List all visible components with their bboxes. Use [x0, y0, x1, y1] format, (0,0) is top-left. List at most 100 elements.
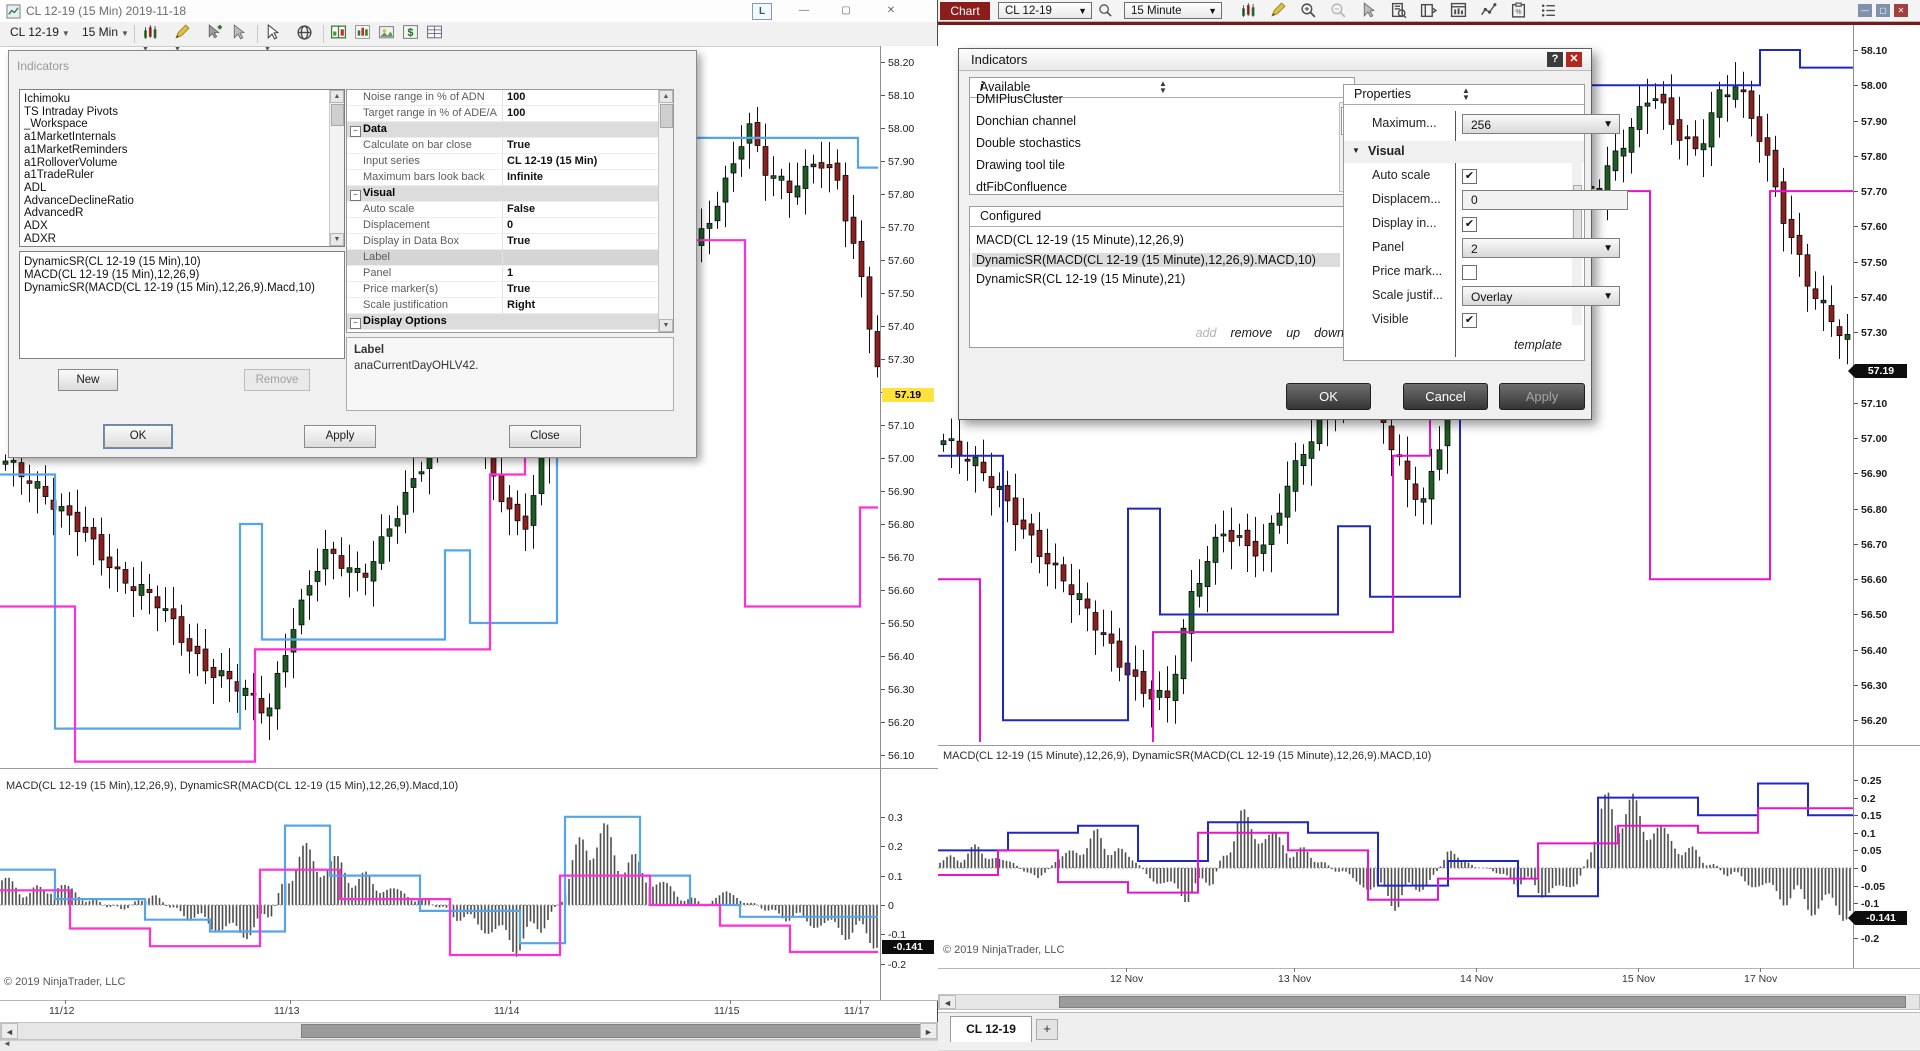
property-section[interactable]: ▼ Visual	[1344, 141, 1584, 163]
configured-item[interactable]: MACD(CL 12-19 (15 Minute),12,26,9)	[976, 233, 1184, 247]
list-item[interactable]: a1MarketInternals	[24, 131, 116, 143]
property-section[interactable]: − Data	[347, 122, 673, 138]
scroll-up-icon[interactable]: ▲ ▼	[1354, 87, 1578, 102]
list-item[interactable]: Donchian channel	[976, 114, 1076, 128]
panel-icon[interactable]	[1420, 2, 1438, 24]
property-section[interactable]: − Visual	[347, 186, 673, 202]
minimize-button[interactable]: —	[1858, 4, 1872, 17]
snapshot-icon[interactable]	[378, 24, 395, 46]
ok-button[interactable]: OK	[103, 424, 173, 449]
report-icon[interactable]	[1390, 2, 1407, 24]
property-value[interactable]: 100	[507, 107, 525, 119]
panel-separator[interactable]	[0, 768, 938, 769]
property-control[interactable]	[1462, 262, 1477, 280]
property-row[interactable]: Panel 2 ▼	[1344, 237, 1620, 259]
Maximum-select[interactable]: 256 ▼	[1462, 114, 1620, 134]
close-button[interactable]: ✕	[882, 3, 900, 18]
property-row[interactable]: Label	[347, 250, 673, 266]
pan-left-icon[interactable]: ◄	[3, 1039, 11, 1048]
zoom-in-icon[interactable]	[1300, 2, 1317, 24]
property-row[interactable]: Display in Data Box True	[347, 234, 673, 250]
property-control[interactable]: ✔	[1462, 214, 1477, 232]
add-link[interactable]: add	[1196, 326, 1217, 340]
checkbox[interactable]: ✔	[1462, 217, 1477, 232]
property-control[interactable]: Overlay ▼	[1462, 286, 1620, 306]
list-item[interactable]: a1RolloverVolume	[24, 157, 117, 169]
cursor-icon[interactable]	[1360, 2, 1377, 24]
property-section[interactable]: − Display Options	[347, 314, 673, 330]
apply-button[interactable]: Apply	[304, 425, 376, 448]
configured-item[interactable]: DynamicSR(MACD(CL 12-19 (15 Min),12,26,9…	[24, 282, 315, 294]
maximize-button[interactable]: ▢	[837, 3, 855, 18]
add-tab-button[interactable]: +	[1036, 1019, 1058, 1040]
property-value[interactable]: 100	[507, 91, 525, 103]
panel-split-icon[interactable]	[330, 24, 347, 46]
drawing-tools-icon[interactable]	[1270, 2, 1287, 24]
cursor-add-icon[interactable]	[206, 24, 223, 46]
checkbox[interactable]	[1462, 265, 1477, 280]
close-button[interactable]: Close	[509, 425, 581, 448]
available-indicators-list[interactable]: Ichimoku TS Intraday Pivots _Workspace a1Ma…	[19, 89, 345, 247]
chart-style-icon[interactable]	[1240, 2, 1257, 24]
collapse-icon[interactable]: ▼	[1352, 146, 1360, 155]
configured-item[interactable]: DynamicSR(MACD(CL 12-19 (15 Minute),12,2…	[972, 252, 1340, 267]
property-control[interactable]: 0	[1462, 190, 1628, 210]
property-row[interactable]: Calculate on bar close True	[347, 138, 673, 154]
property-row[interactable]: Scale justif... Overlay ▼	[1344, 285, 1620, 307]
collapse-icon[interactable]: −	[350, 190, 361, 201]
text-field[interactable]: 0	[1462, 190, 1628, 210]
scrollbar-thumb[interactable]	[331, 104, 344, 126]
property-row[interactable]: Panel 1	[347, 266, 673, 282]
maximize-button[interactable]: ▢	[1876, 4, 1890, 17]
property-value[interactable]: CL 12-19 (15 Min)	[507, 155, 597, 167]
property-value[interactable]: True	[507, 283, 530, 295]
list-item[interactable]: AdvancedR	[24, 207, 83, 219]
list-item[interactable]: Drawing tool tile	[976, 158, 1065, 172]
remove-link[interactable]: remove	[1231, 326, 1273, 340]
list-item[interactable]: a1MarketReminders	[24, 144, 128, 156]
configured-item[interactable]: MACD(CL 12-19 (15 Min),12,26,9)	[24, 269, 199, 281]
scroll-up-icon[interactable]: ▲	[659, 90, 673, 103]
interval-selector[interactable]: 15 Min ▼	[78, 23, 133, 41]
scroll-up-icon[interactable]: ▲	[330, 90, 344, 103]
list-item[interactable]: ADL	[24, 182, 46, 194]
property-row[interactable]: Auto scale ✔	[1344, 165, 1584, 187]
property-grid[interactable]: Noise range in % of ADN 100 Target range i…	[346, 89, 674, 333]
Panel-select[interactable]: 2 ▼	[1462, 238, 1620, 258]
property-value[interactable]: True	[507, 139, 530, 151]
list-item[interactable]: dtFibConfluence	[976, 180, 1067, 194]
property-row[interactable]: Displacem... 0	[1344, 189, 1628, 211]
remove-button[interactable]: Remove	[244, 369, 310, 391]
property-row[interactable]: Maximum... 256 ▼	[1344, 113, 1620, 135]
scroll-left-icon[interactable]: ◄	[939, 995, 956, 1009]
list-item[interactable]: _Workspace	[24, 118, 88, 130]
property-value[interactable]: 0	[507, 219, 513, 231]
available-panel[interactable]: Available i ▲ ▼ DMIPlusCluster Donchian ch…	[969, 77, 1355, 195]
scrollbar-thumb[interactable]	[1059, 996, 1906, 1008]
list-item[interactable]: Double stochastics	[976, 136, 1081, 150]
scroll-left-icon[interactable]: ◄	[1, 1023, 18, 1039]
property-row[interactable]: Visible ✔	[1344, 309, 1584, 331]
apply-button[interactable]: Apply	[1499, 383, 1585, 410]
list-item[interactable]: TS Intraday Pivots	[24, 106, 118, 118]
property-row[interactable]: Noise range in % of ADN 100	[347, 90, 673, 106]
right-price-axis[interactable]: 58.10 58.00 57.90 57.80 57.70 57.60 57.50 57.40…	[1848, 25, 1920, 968]
property-value[interactable]: Infinite	[507, 171, 543, 183]
zoom-out-icon[interactable]	[1330, 2, 1347, 24]
scroll-down-icon[interactable]: ▼	[659, 319, 673, 332]
property-row[interactable]: Auto scale False	[347, 202, 673, 218]
search-icon[interactable]	[1098, 3, 1113, 23]
configured-indicators-list[interactable]: DynamicSR(CL 12-19 (15 Min),10) MACD(CL 1…	[19, 251, 345, 359]
left-price-axis[interactable]: 58.20 58.10 58.00 57.90 57.80 57.70 57.60 57.50…	[880, 46, 938, 1000]
list-item[interactable]: Ichimoku	[24, 93, 70, 105]
ok-button[interactable]: OK	[1286, 383, 1371, 410]
chart-window-icon[interactable]	[1450, 2, 1467, 24]
dialog-title-bar[interactable]: Indicators ? ✕	[959, 49, 1591, 71]
checkbox[interactable]: ✔	[1462, 313, 1477, 328]
property-row[interactable]: Target range in % of ADE/A 100	[347, 106, 673, 122]
interval-selector[interactable]: 15 Minute ▼	[1124, 2, 1222, 19]
scrollbar-thumb[interactable]	[660, 104, 673, 128]
property-value[interactable]: False	[507, 203, 535, 215]
minimize-button[interactable]: —	[795, 3, 813, 18]
data-grid-icon[interactable]	[426, 24, 443, 46]
